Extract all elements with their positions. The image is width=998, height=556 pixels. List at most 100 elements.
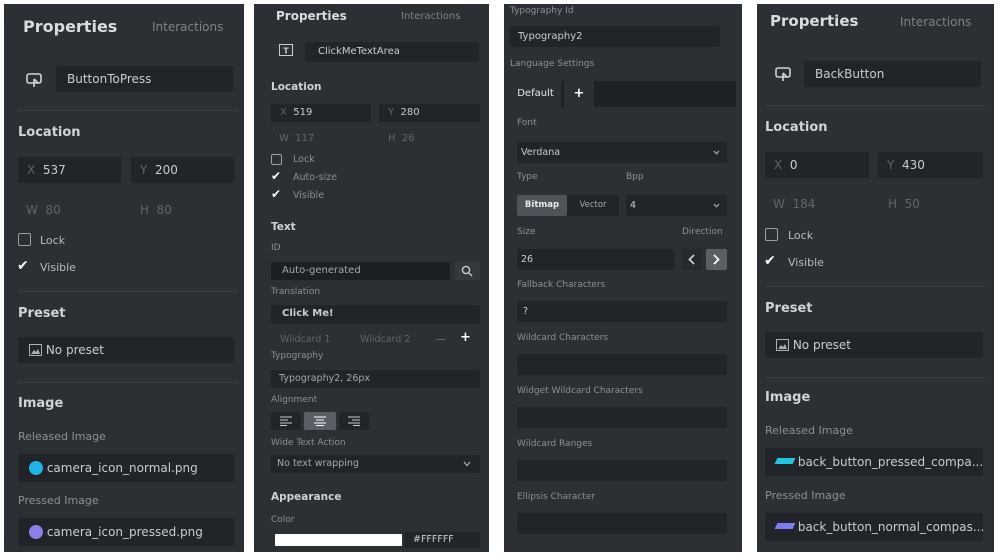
typography-id-label: Typography Id xyxy=(510,6,574,16)
appearance-title: Appearance xyxy=(271,491,342,503)
fallback-input[interactable]: ? xyxy=(517,301,727,322)
location-title: Location xyxy=(765,120,828,135)
typography-id-input[interactable]: Typography2 xyxy=(510,26,720,47)
fallback-label: Fallback Characters xyxy=(517,280,606,290)
tab-properties[interactable]: Properties xyxy=(23,17,117,36)
pressed-image-input[interactable]: camera_icon_pressed.png xyxy=(18,518,234,546)
wildcard-2-field[interactable]: Wildcard 2 xyxy=(360,334,410,345)
search-button[interactable] xyxy=(455,262,480,280)
tab-interactions[interactable]: Interactions xyxy=(900,15,971,29)
camera-icon xyxy=(29,461,43,475)
tab-properties[interactable]: Properties xyxy=(276,9,347,23)
translation-label: Translation xyxy=(271,287,321,297)
location-title: Location xyxy=(18,125,81,140)
chevron-down-icon xyxy=(713,150,720,155)
y-label: Y xyxy=(140,163,148,177)
preset-value: No preset xyxy=(792,338,851,352)
align-right-button[interactable] xyxy=(339,412,369,430)
preset-select[interactable]: No preset xyxy=(765,332,983,358)
typography-panel: Typography Id Typography2 Language Setti… xyxy=(504,4,742,552)
visible-label: Visible xyxy=(788,256,824,269)
autosize-checkbox[interactable]: ✔ xyxy=(271,170,281,182)
ellipsis-input[interactable] xyxy=(517,513,727,534)
id-input[interactable]: Auto-generated xyxy=(271,262,450,280)
back-arrow-icon xyxy=(774,458,796,464)
svg-text:T: T xyxy=(283,47,289,56)
typography-select[interactable]: Typography2, 26px xyxy=(271,370,480,388)
align-right-icon xyxy=(348,416,360,426)
location-title: Location xyxy=(271,81,322,93)
x-field[interactable]: X 519 xyxy=(271,104,371,122)
released-image-input[interactable]: back_button_pressed_compa... xyxy=(765,448,983,476)
tab-properties[interactable]: Properties xyxy=(770,12,858,30)
tab-interactions[interactable]: Interactions xyxy=(401,11,460,22)
released-image-input[interactable]: camera_icon_normal.png xyxy=(18,454,234,482)
image-title: Image xyxy=(765,390,811,405)
tab-interactions[interactable]: Interactions xyxy=(152,20,223,34)
x-field[interactable]: X 0 xyxy=(765,152,869,178)
widget-name-input[interactable]: BackButton xyxy=(804,61,981,87)
ellipsis-label: Ellipsis Character xyxy=(517,492,596,502)
bpp-select[interactable]: 4 xyxy=(626,195,727,216)
chevron-down-icon xyxy=(713,203,720,208)
preset-value: No preset xyxy=(45,343,104,357)
widget-wildcard-input[interactable] xyxy=(517,407,727,428)
size-label: Size xyxy=(517,227,536,237)
visible-checkbox[interactable]: ✔ xyxy=(764,254,776,268)
font-label: Font xyxy=(517,118,537,128)
wide-text-select[interactable]: No text wrapping xyxy=(271,455,480,473)
widget-name-input[interactable]: ClickMeTextArea xyxy=(305,42,479,62)
tab-default[interactable]: Default xyxy=(510,81,561,107)
font-select[interactable]: Verdana xyxy=(517,142,727,163)
camera-icon xyxy=(29,525,43,539)
vector-toggle[interactable]: Vector xyxy=(567,195,619,216)
lock-checkbox[interactable] xyxy=(18,233,31,246)
y-field[interactable]: Y 280 xyxy=(379,104,480,122)
color-swatch[interactable] xyxy=(275,534,402,546)
pressed-image-label: Pressed Image xyxy=(765,489,846,502)
pressed-image-value: back_button_normal_compas... xyxy=(797,520,983,534)
wildcard-1-field[interactable]: Wildcard 1 xyxy=(280,334,330,345)
y-field[interactable]: Y 430 xyxy=(878,152,983,178)
released-image-label: Released Image xyxy=(18,430,106,443)
lock-checkbox[interactable] xyxy=(271,154,282,165)
w-field: W 80 xyxy=(26,203,61,217)
preset-title: Preset xyxy=(765,301,813,316)
wildcard-chars-input[interactable] xyxy=(517,354,727,375)
x-label: X xyxy=(27,163,36,177)
h-field: H 26 xyxy=(388,133,415,144)
pressed-image-input[interactable]: back_button_normal_compas... xyxy=(765,513,983,541)
align-left-button[interactable] xyxy=(271,412,301,430)
remove-wildcard-button[interactable] xyxy=(436,339,445,340)
wildcard-chars-label: Wildcard Characters xyxy=(517,333,609,343)
wildcard-ranges-input[interactable] xyxy=(517,460,727,481)
align-left-icon xyxy=(280,416,292,426)
x-value: 537 xyxy=(42,163,66,177)
add-language-tab[interactable]: + xyxy=(564,81,594,107)
properties-panel-back-button: Properties Interactions BackButton Locat… xyxy=(757,4,994,552)
widget-name-input[interactable]: ButtonToPress xyxy=(56,66,233,92)
direction-label: Direction xyxy=(682,227,723,237)
widget-wildcard-label: Widget Wildcard Characters xyxy=(517,386,643,396)
visible-checkbox[interactable]: ✔ xyxy=(17,259,29,273)
visible-label: Visible xyxy=(293,190,325,201)
y-field[interactable]: Y 200 xyxy=(131,157,234,183)
x-value: 519 xyxy=(293,107,313,118)
typography-label: Typography xyxy=(271,351,324,361)
align-center-button[interactable] xyxy=(304,412,336,430)
visible-checkbox[interactable]: ✔ xyxy=(271,188,281,200)
size-input[interactable]: 26 xyxy=(517,249,674,270)
preset-select[interactable]: No preset xyxy=(18,337,234,363)
x-value: 0 xyxy=(789,158,798,172)
direction-ltr-button[interactable] xyxy=(682,249,702,270)
bitmap-toggle[interactable]: Bitmap xyxy=(517,195,567,216)
x-field[interactable]: X 537 xyxy=(18,157,121,183)
add-wildcard-button[interactable]: + xyxy=(460,330,471,345)
lock-label: Lock xyxy=(293,154,315,165)
released-image-label: Released Image xyxy=(765,424,853,437)
text-area-icon: T xyxy=(279,44,293,56)
color-hex-input[interactable]: #FFFFFF xyxy=(404,532,480,548)
direction-rtl-button[interactable] xyxy=(706,249,727,270)
lock-checkbox[interactable] xyxy=(765,228,778,241)
translation-input[interactable]: Click Me! xyxy=(271,305,480,324)
